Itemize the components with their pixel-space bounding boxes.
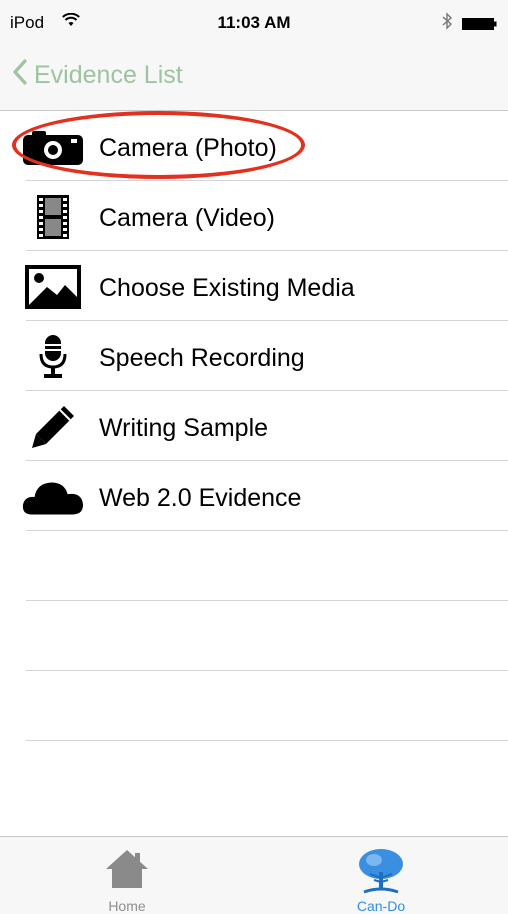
camera-icon	[22, 125, 84, 169]
list-item-choose-existing-media[interactable]: Choose Existing Media	[0, 251, 508, 321]
tree-icon	[254, 848, 508, 896]
list-item-camera-video[interactable]: Camera (Video)	[0, 181, 508, 251]
empty-row	[0, 531, 508, 601]
tab-label: Can-Do	[356, 898, 406, 914]
cloud-icon	[22, 475, 84, 519]
list-item-speech-recording[interactable]: Speech Recording	[0, 321, 508, 391]
list-item-label: Speech Recording	[99, 344, 305, 372]
back-button-label: Evidence List	[34, 60, 183, 89]
tab-label: Home	[108, 898, 146, 914]
film-icon	[22, 195, 84, 239]
list-item-label: Camera (Video)	[99, 204, 276, 232]
list-item-label: Camera (Photo)	[99, 134, 277, 162]
tab-home[interactable]: Home	[0, 837, 254, 914]
microphone-icon	[22, 335, 84, 379]
status-time: 11:03 AM	[217, 13, 291, 32]
list-item-writing-sample[interactable]: Writing Sample	[0, 391, 508, 461]
tab-can-do[interactable]: Can-Do	[254, 837, 508, 914]
list-item-label: Writing Sample	[99, 414, 269, 442]
list-item-camera-photo[interactable]: Camera (Photo)	[0, 111, 508, 181]
back-button[interactable]: Evidence List	[12, 58, 183, 92]
list-item-label: Web 2.0 Evidence	[99, 484, 302, 512]
tab-bar: Home Can-Do	[0, 836, 508, 914]
image-icon	[22, 265, 84, 309]
empty-row	[0, 601, 508, 671]
navigation-bar: Evidence List	[0, 40, 508, 111]
chevron-left-icon	[12, 58, 34, 92]
list-item-label: Choose Existing Media	[99, 274, 355, 302]
home-icon	[0, 848, 254, 890]
bluetooth-icon	[441, 12, 453, 35]
evidence-option-list: Camera (Photo) Camera (Video) Choose Exi…	[0, 111, 508, 741]
battery-icon	[462, 17, 498, 30]
status-bar: iPod 11:03 AM	[0, 0, 508, 40]
list-item-web-evidence[interactable]: Web 2.0 Evidence	[0, 461, 508, 531]
empty-row	[0, 671, 508, 741]
pencil-icon	[22, 405, 84, 449]
